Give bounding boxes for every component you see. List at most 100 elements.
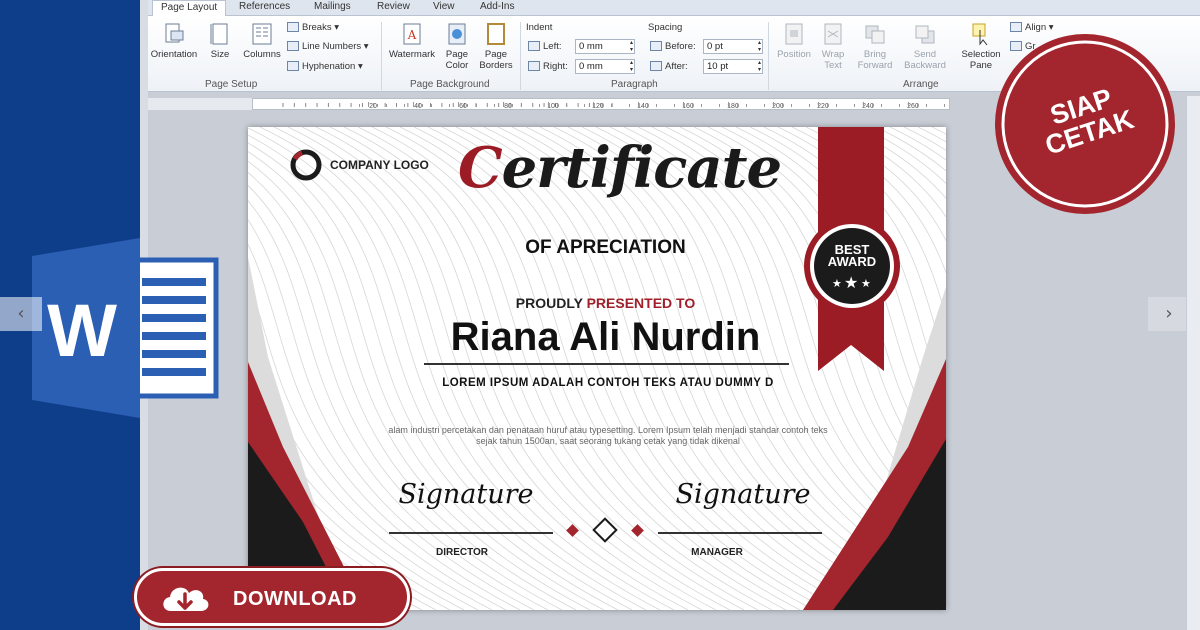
group-separator [768, 22, 769, 90]
group-separator [381, 22, 382, 90]
horizontal-ruler[interactable]: 20406080100120140160180200220240260280 [252, 98, 950, 110]
tab-mailings[interactable]: Mailings [314, 0, 351, 16]
carousel-next-icon[interactable]: › [1148, 297, 1190, 331]
indent-left-icon [528, 41, 540, 52]
certificate-page[interactable]: ★ ★ ★ COMPANY LOGO Certificate OF APRECI… [248, 127, 946, 610]
download-label: DOWNLOAD [233, 588, 357, 610]
orientation-label: Orientation [150, 49, 198, 60]
send-backward-button[interactable]: Send Backward [900, 22, 950, 71]
tab-view[interactable]: View [433, 0, 455, 16]
diamond-ornament [592, 517, 618, 543]
tab-references[interactable]: References [239, 0, 290, 16]
ruler-number: 80 [504, 103, 512, 110]
columns-icon [252, 23, 272, 45]
badge-star-icon: ★ [844, 275, 858, 292]
lorem-heading: LOREM IPSUM ADALAH CONTOH TEKS ATAU DUMM… [442, 377, 774, 389]
ruler-margin [148, 98, 252, 110]
hyphenation-button[interactable]: Hyphenation ▾ [287, 61, 363, 73]
tab-review[interactable]: Review [377, 0, 410, 16]
badge-text: BEST AWARD [817, 243, 887, 269]
page-color-icon [448, 23, 466, 45]
bring-forward-button[interactable]: Bring Forward [852, 22, 898, 71]
page-background-group-label: Page Background [410, 79, 490, 90]
spacing-before-icon [650, 41, 662, 52]
paragraph-group-label: Paragraph [611, 79, 658, 90]
page-color-button[interactable]: Page Color [440, 22, 474, 71]
indent-right-label: Right: [528, 61, 568, 73]
certificate-title: Certificate [458, 135, 782, 201]
signature-left: Signature [398, 479, 534, 510]
line-numbers-button[interactable]: Line Numbers ▾ [287, 41, 369, 53]
page-borders-icon [487, 23, 505, 45]
signature-line-right [658, 532, 822, 534]
vertical-scrollbar[interactable] [1186, 96, 1200, 630]
wrap-text-icon [824, 23, 842, 45]
position-icon [785, 23, 803, 45]
columns-button[interactable]: Columns [240, 22, 284, 60]
certificate-subtitle: OF APRECIATION [525, 237, 686, 258]
ruler-number: 60 [459, 103, 467, 110]
word-logo-icon: W [32, 238, 219, 418]
ribbon-tab-bar: Page Layout References Mailings Review V… [148, 0, 1200, 17]
send-backward-label: Send Backward [904, 49, 946, 71]
presented-red: PRESENTED TO [586, 295, 696, 311]
align-icon [1010, 22, 1022, 33]
bring-forward-label: Bring Forward [857, 49, 893, 71]
badge-star-icon: ★ [861, 278, 871, 290]
breaks-button[interactable]: Breaks ▾ [287, 22, 339, 34]
watermark-label: Watermark [388, 49, 436, 60]
watermark-icon: A [403, 23, 421, 45]
line-numbers-label: Line Numbers [302, 41, 362, 52]
page-setup-group-label: Page Setup [205, 79, 258, 90]
recipient-name: Riana Ali Nurdin [450, 315, 761, 359]
indent-left-input[interactable]: 0 mm [575, 39, 635, 54]
hyphenation-icon [287, 61, 299, 72]
ruler-ticks: 20406080100120140160180200220240260280 [282, 102, 945, 110]
wrap-text-button[interactable]: Wrap Text [816, 22, 850, 71]
spacing-label: Spacing [648, 22, 683, 33]
role-manager: MANAGER [691, 547, 743, 558]
svg-text:A: A [407, 28, 417, 42]
indent-right-input[interactable]: 0 mm [575, 59, 635, 74]
tab-add-ins[interactable]: Add-Ins [480, 0, 514, 16]
diamond-ornament [566, 524, 579, 537]
spacing-before-input[interactable]: 0 pt [703, 39, 763, 54]
certificate-title-rest: ertificate [501, 135, 783, 201]
wrap-text-label: Wrap Text [821, 49, 845, 71]
spacing-after-input[interactable]: 10 pt [703, 59, 763, 74]
ruler-number: 20 [369, 103, 377, 110]
group-separator [520, 22, 521, 90]
download-button[interactable]: DOWNLOAD [134, 568, 410, 626]
diamond-ornament [631, 524, 644, 537]
size-button[interactable]: Size [204, 22, 236, 60]
signature-line-left [389, 532, 553, 534]
page-borders-label: Page Borders [479, 49, 513, 71]
presented-prefix: PROUDLY [515, 295, 587, 311]
indent-left-label: Left: [528, 41, 562, 53]
position-label: Position [777, 49, 811, 60]
watermark-button[interactable]: A Watermark [386, 22, 438, 60]
columns-label: Columns [243, 49, 281, 60]
presented-to-line: PROUDLY PRESENTED TO [448, 295, 763, 311]
arrange-group-label: Arrange [903, 79, 939, 90]
ruler-number: 40 [414, 103, 422, 110]
hyphenation-label: Hyphenation [302, 61, 356, 72]
position-button[interactable]: Position [772, 22, 816, 60]
carousel-prev-icon[interactable]: ‹ [0, 297, 42, 331]
badge-line-2: AWARD [827, 254, 877, 269]
tab-page-layout[interactable]: Page Layout [152, 0, 227, 17]
spacing-before-label: Before: [650, 41, 696, 53]
orientation-button[interactable]: Orientation [148, 22, 200, 60]
certificate-title-initial: C [458, 135, 503, 201]
breaks-icon [287, 22, 299, 33]
send-backward-icon [915, 25, 935, 44]
recipient-underline [424, 363, 789, 365]
svg-text:W: W [47, 289, 117, 372]
size-icon [210, 23, 228, 45]
spacing-after-label: After: [650, 61, 688, 73]
page-borders-button[interactable]: Page Borders [476, 22, 516, 71]
breaks-label: Breaks [302, 22, 332, 33]
bring-forward-icon [865, 25, 885, 44]
company-logo-text: COMPANY LOGO [330, 158, 429, 172]
size-label: Size [210, 49, 230, 60]
